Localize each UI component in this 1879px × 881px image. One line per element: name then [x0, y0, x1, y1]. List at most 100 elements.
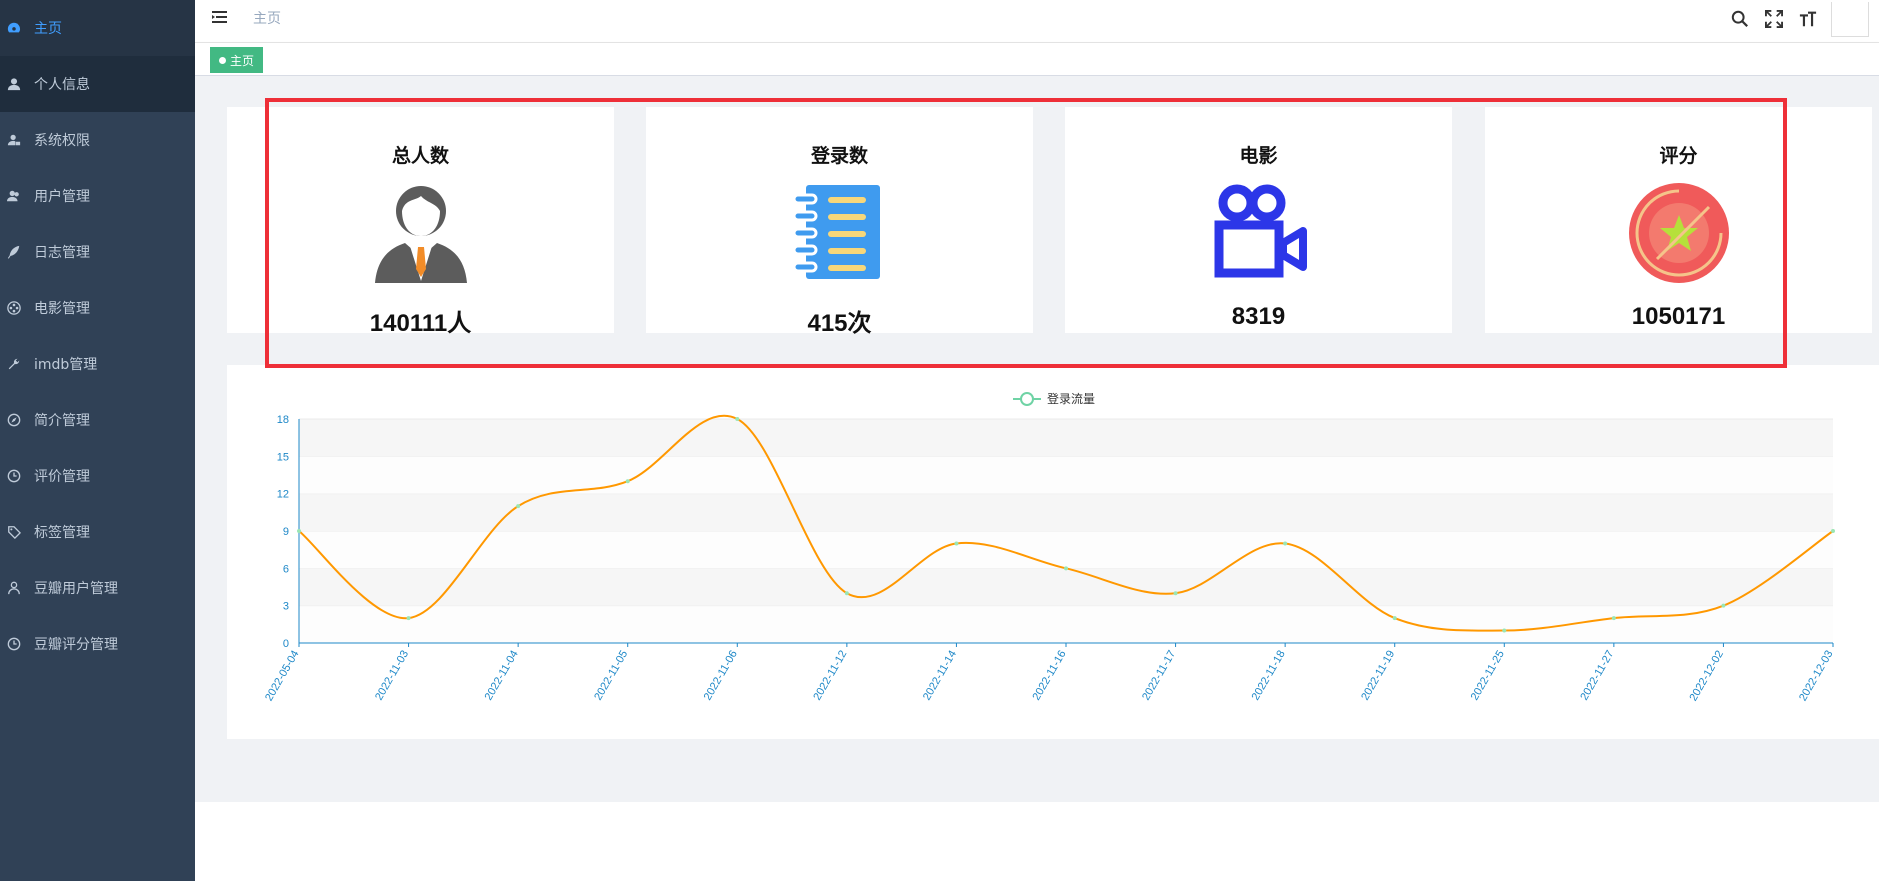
card-login-count: 登录数 415次 — [646, 107, 1033, 337]
x-tick-label: 2022-11-17 — [1140, 649, 1178, 703]
sidebar-item-label: 日志管理 — [34, 245, 90, 261]
person-icon — [6, 580, 22, 596]
login-traffic-chart: 0 3 6 9 12 15 18 2022-05-04 2022-11-03 2022-11-04… — [227, 365, 1879, 739]
card-value: 1050171 — [1631, 303, 1726, 330]
card-movies: 电影 8319 — [1065, 107, 1452, 333]
card-title: 总人数 — [391, 145, 449, 167]
breadcrumb: 主页 — [253, 11, 281, 27]
user-lock-icon — [6, 132, 22, 148]
clock-icon — [6, 468, 22, 484]
x-tick-label: 2022-11-06 — [702, 649, 740, 703]
sidebar-item-label: imdb管理 — [34, 357, 98, 373]
card-title: 评分 — [1659, 145, 1698, 167]
x-tick-label: 2022-11-12 — [811, 649, 849, 703]
wrench-icon — [6, 356, 22, 372]
x-tick-label: 2022-11-05 — [592, 649, 630, 703]
users-icon — [6, 188, 22, 204]
data-point — [1502, 628, 1507, 633]
notebook-icon — [788, 181, 892, 285]
navbar: 主页 — [195, 0, 1879, 43]
navbar-right-menu — [1729, 1, 1879, 37]
film-reel-icon — [6, 300, 22, 316]
x-tick-label: 2022-11-27 — [1578, 649, 1616, 703]
data-point — [1831, 529, 1835, 533]
sidebar-item-label: 豆瓣用户管理 — [34, 581, 118, 597]
sidebar-item-5[interactable]: 电影管理 — [0, 280, 195, 336]
sidebar-item-0[interactable]: 主页 — [0, 0, 195, 56]
data-point — [1283, 541, 1288, 546]
sidebar-item-11[interactable]: 豆瓣评分管理 — [0, 616, 195, 672]
active-dot-icon — [219, 56, 226, 64]
sidebar-item-label: 用户管理 — [34, 189, 90, 205]
font-size-icon[interactable] — [1797, 8, 1819, 30]
data-point — [735, 417, 740, 421]
data-point — [1721, 603, 1726, 608]
sidebar-item-4[interactable]: 日志管理 — [0, 224, 195, 280]
x-tick-label: 2022-12-03 — [1797, 649, 1836, 704]
avatar[interactable] — [1831, 1, 1869, 37]
grid-band — [299, 456, 1833, 494]
search-icon[interactable] — [1729, 8, 1751, 30]
data-point — [1064, 566, 1068, 571]
card-title: 电影 — [1239, 145, 1278, 167]
movie-camera-icon — [1207, 181, 1311, 285]
x-tick-label: 2022-11-04 — [483, 649, 521, 703]
sidebar-item-label: 个人信息 — [34, 77, 90, 93]
tags-view: 主页 — [195, 43, 1879, 76]
data-point — [1392, 616, 1397, 621]
y-tick-label: 18 — [277, 414, 289, 426]
sidebar-item-10[interactable]: 豆瓣用户管理 — [0, 560, 195, 616]
y-tick-label: 9 — [283, 526, 289, 538]
sidebar-item-1[interactable]: 个人信息 — [0, 56, 195, 112]
data-point — [844, 591, 849, 596]
grid-band — [299, 419, 1833, 457]
data-point — [406, 616, 411, 621]
tag-home[interactable]: 主页 — [210, 47, 264, 73]
user-icon — [6, 76, 22, 92]
sidebar: 主页个人信息系统权限用户管理日志管理电影管理 imdb管理 简介管理评价管理标签管理… — [0, 0, 195, 881]
sidebar-item-label: 系统权限 — [34, 133, 90, 149]
y-tick-label: 12 — [277, 489, 289, 501]
sidebar-item-label: 简介管理 — [34, 413, 90, 429]
compass-icon — [6, 412, 22, 428]
card-value: 8319 — [1231, 303, 1286, 330]
sidebar-item-9[interactable]: 标签管理 — [0, 504, 195, 560]
sidebar-item-2[interactable]: 系统权限 — [0, 112, 195, 168]
sidebar-item-8[interactable]: 评价管理 — [0, 448, 195, 504]
dashboard-icon — [6, 20, 22, 36]
hamburger-menu-icon[interactable] — [211, 8, 229, 26]
y-tick-label: 0 — [283, 638, 289, 650]
grid-band — [299, 605, 1833, 643]
grid-band — [299, 568, 1833, 606]
data-point — [516, 504, 521, 509]
legend-marker-icon — [1020, 392, 1034, 406]
y-tick-label: 6 — [283, 563, 289, 575]
sidebar-item-label: 电影管理 — [34, 301, 90, 317]
x-tick-label: 2022-05-04 — [263, 649, 302, 704]
data-point — [1173, 591, 1178, 596]
x-tick-label: 2022-11-19 — [1359, 649, 1397, 703]
card-value: 140111人 — [369, 310, 472, 337]
sidebar-item-label: 评价管理 — [34, 469, 90, 485]
feather-icon — [6, 244, 22, 260]
y-tick-label: 3 — [283, 601, 289, 613]
y-tick-label: 15 — [277, 451, 289, 463]
card-value: 415次 — [807, 310, 872, 337]
tag-label: 主页 — [230, 53, 255, 68]
x-tick-label: 2022-11-14 — [921, 649, 959, 703]
card-title: 登录数 — [810, 145, 868, 167]
sidebar-item-7[interactable]: 简介管理 — [0, 392, 195, 448]
sidebar-item-label: 主页 — [34, 21, 62, 37]
fullscreen-icon[interactable] — [1763, 8, 1785, 30]
x-tick-label: 2022-12-02 — [1687, 649, 1726, 704]
grid-band — [299, 531, 1833, 569]
app-main: 总人数 140111人 登录数 415次 电影 8319 评分 1050171 … — [195, 76, 1879, 802]
tag-icon — [6, 524, 22, 540]
sidebar-item-3[interactable]: 用户管理 — [0, 168, 195, 224]
data-point — [954, 541, 959, 546]
x-tick-label: 2022-11-16 — [1030, 649, 1068, 703]
card-ratings: 评分 1050171 — [1485, 107, 1872, 333]
sidebar-item-label: 豆瓣评分管理 — [34, 637, 118, 653]
sidebar-item-6[interactable]: imdb管理 — [0, 336, 195, 392]
data-point — [625, 479, 630, 484]
